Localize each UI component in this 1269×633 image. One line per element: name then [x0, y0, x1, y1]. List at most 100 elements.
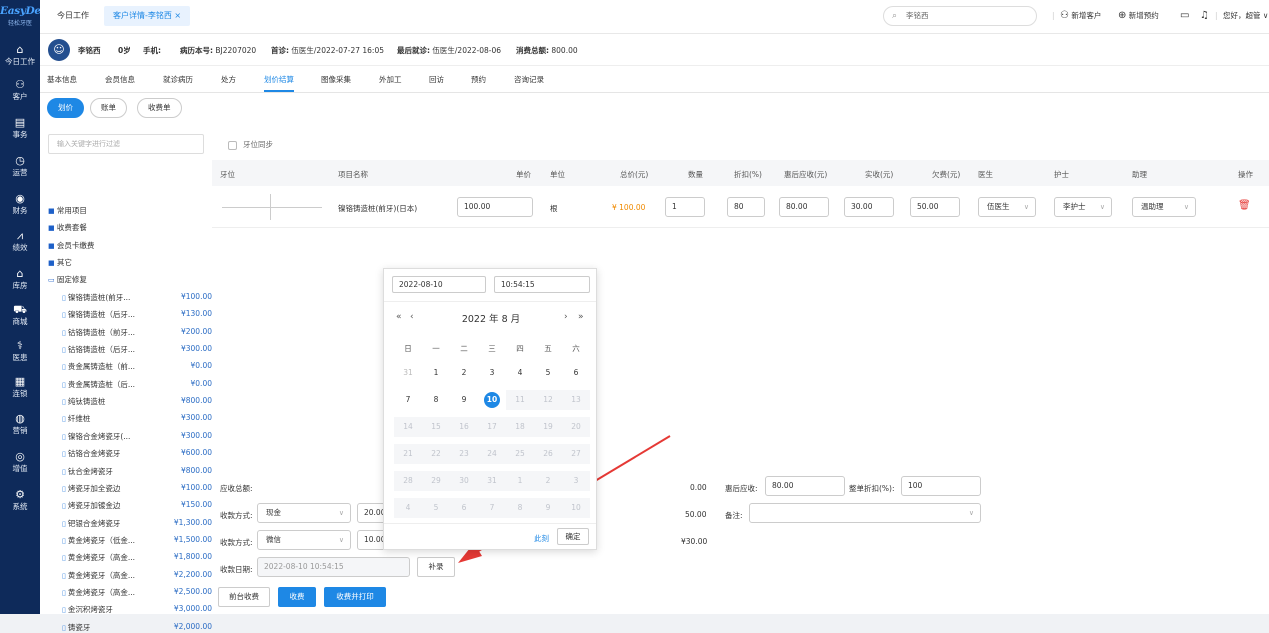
calendar-day[interactable]: 6 [450, 498, 478, 518]
calendar-day[interactable]: 9 [450, 390, 478, 410]
sidebar-item-9[interactable]: ▦ 连锁 [0, 376, 40, 399]
discount-input[interactable]: 80 [727, 197, 765, 217]
tree-folder[interactable]: ■ 会员卡缴费 [48, 240, 94, 251]
calendar-day[interactable]: 5 [422, 498, 450, 518]
calendar-day[interactable]: 7 [478, 498, 506, 518]
calendar-day[interactable]: 3 [562, 471, 590, 491]
doctor-select[interactable]: 伍医生 ∨ [978, 197, 1036, 217]
new-customer-button[interactable]: ⚇ 新增客户 [1060, 6, 1101, 26]
pay-date-input[interactable]: 2022-08-10 10:54:15 [257, 557, 410, 577]
sidebar-item-12[interactable]: ⚙ 系统 [0, 489, 40, 512]
charge-button[interactable]: 收费 [278, 587, 316, 607]
list-item[interactable]: ▯ 镍铬合金烤瓷牙(... ¥300.00 [62, 431, 212, 442]
calendar-day[interactable]: 11 [506, 390, 534, 410]
tree-folder[interactable]: ■ 收费套餐 [48, 222, 87, 233]
trash-icon[interactable]: 🗑 [1238, 200, 1251, 211]
calendar-day[interactable]: 8 [506, 498, 534, 518]
tree-folder[interactable]: ■ 常用项目 [48, 205, 87, 216]
calendar-day[interactable]: 5 [534, 363, 562, 383]
after-discount-field[interactable]: 80.00 [765, 476, 845, 496]
sidebar-item-1[interactable]: ⚇ 客户 [0, 79, 40, 102]
calendar-day[interactable]: 15 [422, 417, 450, 437]
calendar-day[interactable]: 8 [422, 390, 450, 410]
sidebar-item-5[interactable]: ⩘ 绩效 [0, 230, 40, 253]
list-item[interactable]: ▯ 纯钛铸造桩 ¥800.00 [62, 396, 212, 407]
list-item[interactable]: ▯ 钴铬铸造桩（后牙... ¥300.00 [62, 344, 212, 355]
note-select[interactable]: ∨ [749, 503, 981, 523]
calendar-day[interactable]: 26 [534, 444, 562, 464]
calendar-day[interactable]: 16 [450, 417, 478, 437]
now-button[interactable]: 此刻 [534, 533, 549, 544]
list-item[interactable]: ▯ 黄金烤瓷牙（高金... ¥1,800.00 [62, 552, 212, 563]
next-year-icon[interactable]: » [578, 312, 584, 322]
next-month-icon[interactable]: › [564, 312, 568, 322]
search-input[interactable]: ⌕ 李铭西 [883, 6, 1037, 26]
calendar-day[interactable]: 24 [478, 444, 506, 464]
tooth-chart-h[interactable] [222, 207, 322, 208]
picker-time-input[interactable]: 10:54:15 [494, 276, 590, 293]
calendar-day[interactable]: 9 [534, 498, 562, 518]
calendar-day[interactable]: 3 [478, 363, 506, 383]
list-item[interactable]: ▯ 贵金属铸造桩（后... ¥0.00 [62, 379, 212, 390]
calendar-day[interactable]: 27 [562, 444, 590, 464]
calendar-day[interactable]: 28 [394, 471, 422, 491]
calendar-day[interactable]: 19 [534, 417, 562, 437]
calendar-day[interactable]: 21 [394, 444, 422, 464]
calendar-day[interactable]: 31 [478, 471, 506, 491]
calendar-day[interactable]: 17 [478, 417, 506, 437]
calendar-day[interactable]: 14 [394, 417, 422, 437]
filter-input[interactable]: 输入关键字进行过滤 [48, 134, 204, 154]
tab-appointment[interactable]: 预约 [471, 74, 486, 85]
tooth-chart-v[interactable] [270, 194, 271, 220]
sidebar-item-4[interactable]: ◉ 财务 [0, 193, 40, 216]
list-item[interactable]: ▯ 钛合金烤瓷牙 ¥800.00 [62, 466, 212, 477]
sidebar-item-6[interactable]: ⌂ 库房 [0, 268, 40, 291]
calendar-day[interactable]: 7 [394, 390, 422, 410]
list-item[interactable]: ▯ 钯银合金烤瓷牙 ¥1,300.00 [62, 518, 212, 529]
qty-input[interactable]: 1 [665, 197, 705, 217]
pay-method-select-2[interactable]: 微信 ∨ [257, 530, 351, 550]
paid-input[interactable]: 30.00 [844, 197, 894, 217]
picker-year[interactable]: 2022 年 [462, 314, 499, 325]
list-item[interactable]: ▯ 铸瓷牙 ¥2,000.00 [62, 622, 212, 633]
after-discount-input[interactable]: 80.00 [779, 197, 829, 217]
tab-outsourcing[interactable]: 外加工 [379, 74, 402, 85]
list-item[interactable]: ▯ 黄金烤瓷牙（低金... ¥1,500.00 [62, 535, 212, 546]
calendar-day[interactable]: 22 [422, 444, 450, 464]
pricing-pill[interactable]: 划价 [47, 98, 84, 118]
sidebar-item-11[interactable]: ◎ 增值 [0, 451, 40, 474]
assistant-select[interactable]: 温助理 ∨ [1132, 197, 1196, 217]
calendar-day[interactable]: 25 [506, 444, 534, 464]
pay-method-select-1[interactable]: 现金 ∨ [257, 503, 351, 523]
tree-folder[interactable]: ■ 其它 [48, 257, 72, 268]
list-item[interactable]: ▯ 钴铬铸造桩（前牙... ¥200.00 [62, 327, 212, 338]
calendar-day[interactable]: 6 [562, 363, 590, 383]
calendar-day[interactable]: 20 [562, 417, 590, 437]
front-desk-charge-button[interactable]: 前台收费 [218, 587, 270, 607]
tab-prescription[interactable]: 处方 [221, 74, 236, 85]
tree-folder[interactable]: ▭ 固定修复 [48, 274, 87, 285]
picker-date-input[interactable]: 2022-08-10 [392, 276, 486, 293]
unit-price-input[interactable]: 100.00 [457, 197, 533, 217]
list-item[interactable]: ▯ 钴铬合金烤瓷牙 ¥600.00 [62, 448, 212, 459]
nurse-select[interactable]: 李护士 ∨ [1054, 197, 1112, 217]
tab-member-info[interactable]: 会员信息 [105, 74, 135, 85]
owed-input[interactable]: 50.00 [910, 197, 960, 217]
sidebar-item-3[interactable]: ◷ 运营 [0, 155, 40, 178]
calendar-day[interactable]: 18 [506, 417, 534, 437]
tab-records[interactable]: 就诊病历 [163, 74, 193, 85]
sidebar-item-0[interactable]: ⌂ 今日工作 [0, 44, 40, 67]
list-item[interactable]: ▯ 镍铬铸造桩（后牙... ¥130.00 [62, 309, 212, 320]
user-menu[interactable]: 您好，超管 ∨ [1223, 6, 1268, 26]
confirm-button[interactable]: 确定 [557, 528, 589, 545]
tab-followup[interactable]: 回访 [429, 74, 444, 85]
calendar-day[interactable]: 31 [394, 363, 422, 383]
calendar-day[interactable]: 1 [422, 363, 450, 383]
calendar-day[interactable]: 23 [450, 444, 478, 464]
sidebar-item-10[interactable]: ◍ 营销 [0, 413, 40, 436]
picker-month[interactable]: 8 月 [502, 314, 521, 325]
new-appointment-button[interactable]: ⊕ 新增预约 [1118, 6, 1159, 26]
calendar-day[interactable]: 4 [506, 363, 534, 383]
sidebar-item-8[interactable]: ⚕ 医患 [0, 340, 40, 363]
list-item[interactable]: ▯ 贵金属铸造桩（前... ¥0.00 [62, 361, 212, 372]
